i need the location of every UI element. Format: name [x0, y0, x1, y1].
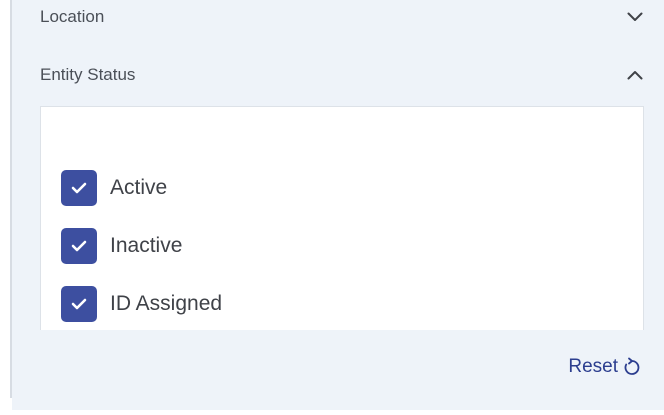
reset-button[interactable]: Reset: [568, 356, 642, 378]
location-filter-label: Location: [40, 7, 105, 26]
check-icon: [71, 182, 87, 194]
checkbox-checked[interactable]: [61, 228, 97, 264]
checkbox-checked[interactable]: [61, 170, 97, 206]
checkbox-checked[interactable]: [61, 286, 97, 322]
chevron-down-icon[interactable]: [626, 8, 644, 26]
status-option-label: Active: [110, 176, 168, 199]
refresh-icon: [622, 357, 642, 377]
entity-status-filter-header[interactable]: Entity Status: [40, 55, 644, 95]
entity-status-filter-label: Entity Status: [40, 65, 136, 84]
location-filter-header[interactable]: Location: [40, 0, 644, 37]
status-option-label: Inactive: [110, 234, 183, 257]
entity-status-options: Active Inactive ID Assigned: [40, 106, 644, 330]
status-option-active[interactable]: Active: [61, 169, 167, 207]
chevron-up-icon[interactable]: [626, 66, 644, 84]
status-option-id-assigned[interactable]: ID Assigned: [61, 285, 222, 323]
reset-label: Reset: [568, 356, 618, 377]
check-icon: [71, 298, 87, 310]
status-option-inactive[interactable]: Inactive: [61, 227, 182, 265]
panel-bottom-edge: [12, 410, 664, 415]
filter-panel-frame: Location Entity Status Active Inactive I…: [0, 0, 664, 415]
status-option-label: ID Assigned: [110, 292, 223, 315]
check-icon: [71, 240, 87, 252]
